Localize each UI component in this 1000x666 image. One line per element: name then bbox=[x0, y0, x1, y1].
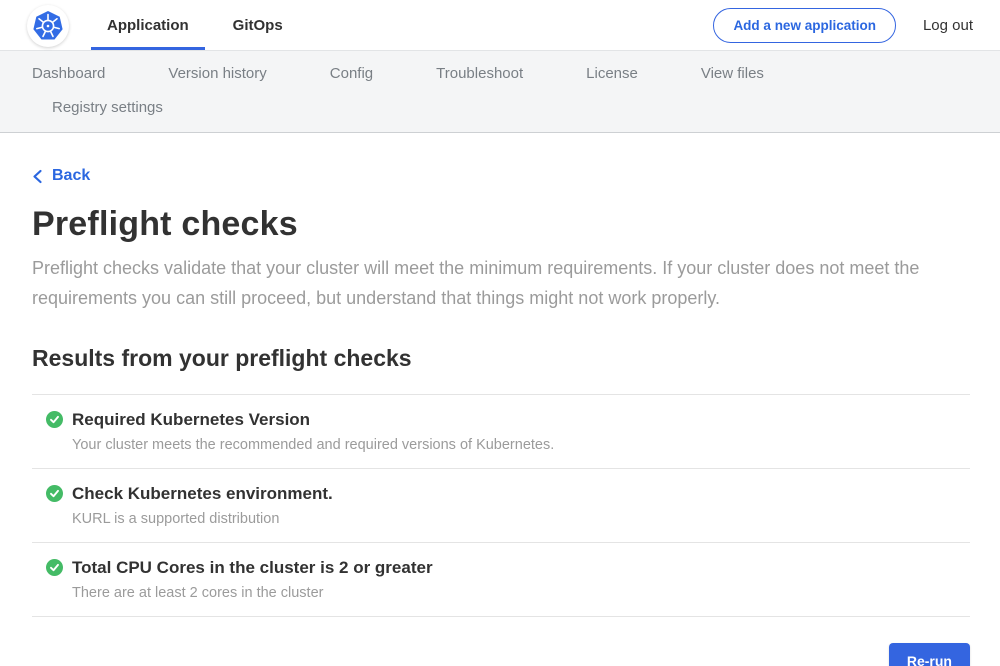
check-detail: There are at least 2 cores in the cluste… bbox=[46, 585, 970, 601]
page-title: Preflight checks bbox=[32, 205, 970, 244]
top-header: Application GitOps Add a new application… bbox=[0, 0, 1000, 50]
subnav-row-1: Dashboard Version history Config Trouble… bbox=[32, 65, 968, 82]
subnav-item-registry-settings[interactable]: Registry settings bbox=[52, 99, 163, 116]
subnav-item-config[interactable]: Config bbox=[330, 65, 373, 82]
subnav-item-version-history[interactable]: Version history bbox=[168, 65, 266, 82]
chevron-left-icon bbox=[32, 169, 43, 184]
tab-gitops[interactable]: GitOps bbox=[231, 0, 285, 50]
subnav-row-2: Registry settings bbox=[32, 99, 968, 116]
results-heading: Results from your preflight checks bbox=[32, 345, 970, 372]
check-detail: Your cluster meets the recommended and r… bbox=[46, 437, 970, 453]
subnav-item-license[interactable]: License bbox=[586, 65, 638, 82]
rerun-button[interactable]: Re-run bbox=[889, 643, 970, 666]
subnav-item-view-files[interactable]: View files bbox=[701, 65, 764, 82]
check-row: Total CPU Cores in the cluster is 2 or g… bbox=[32, 542, 970, 616]
tab-application-label: Application bbox=[107, 17, 189, 34]
back-link-label: Back bbox=[52, 167, 90, 185]
footer-actions: Re-run bbox=[32, 643, 970, 666]
check-pass-icon bbox=[46, 411, 63, 428]
back-link[interactable]: Back bbox=[32, 167, 90, 185]
preflight-results-list: Required Kubernetes Version Your cluster… bbox=[32, 394, 970, 617]
check-pass-icon bbox=[46, 559, 63, 576]
page-description: Preflight checks validate that your clus… bbox=[32, 253, 952, 313]
header-tabs: Application GitOps bbox=[105, 0, 325, 50]
add-new-application-button[interactable]: Add a new application bbox=[713, 8, 896, 43]
header-actions: Add a new application Log out bbox=[713, 8, 973, 43]
subnav-item-dashboard[interactable]: Dashboard bbox=[32, 65, 105, 82]
tab-gitops-label: GitOps bbox=[233, 17, 283, 34]
preflight-page: Back Preflight checks Preflight checks v… bbox=[0, 133, 1000, 666]
kubernetes-logo bbox=[27, 5, 69, 47]
check-row: Required Kubernetes Version Your cluster… bbox=[32, 394, 970, 468]
check-row: Check Kubernetes environment. KURL is a … bbox=[32, 468, 970, 542]
check-title: Check Kubernetes environment. bbox=[72, 484, 333, 504]
active-tab-underline bbox=[91, 47, 205, 50]
tab-application[interactable]: Application bbox=[105, 0, 191, 50]
logout-link[interactable]: Log out bbox=[923, 17, 973, 34]
app-subnav: Dashboard Version history Config Trouble… bbox=[0, 50, 1000, 133]
kubernetes-logo-icon bbox=[28, 6, 68, 46]
check-title: Required Kubernetes Version bbox=[72, 410, 310, 430]
subnav-item-troubleshoot[interactable]: Troubleshoot bbox=[436, 65, 523, 82]
check-title: Total CPU Cores in the cluster is 2 or g… bbox=[72, 558, 433, 578]
check-pass-icon bbox=[46, 485, 63, 502]
check-detail: KURL is a supported distribution bbox=[46, 511, 970, 527]
